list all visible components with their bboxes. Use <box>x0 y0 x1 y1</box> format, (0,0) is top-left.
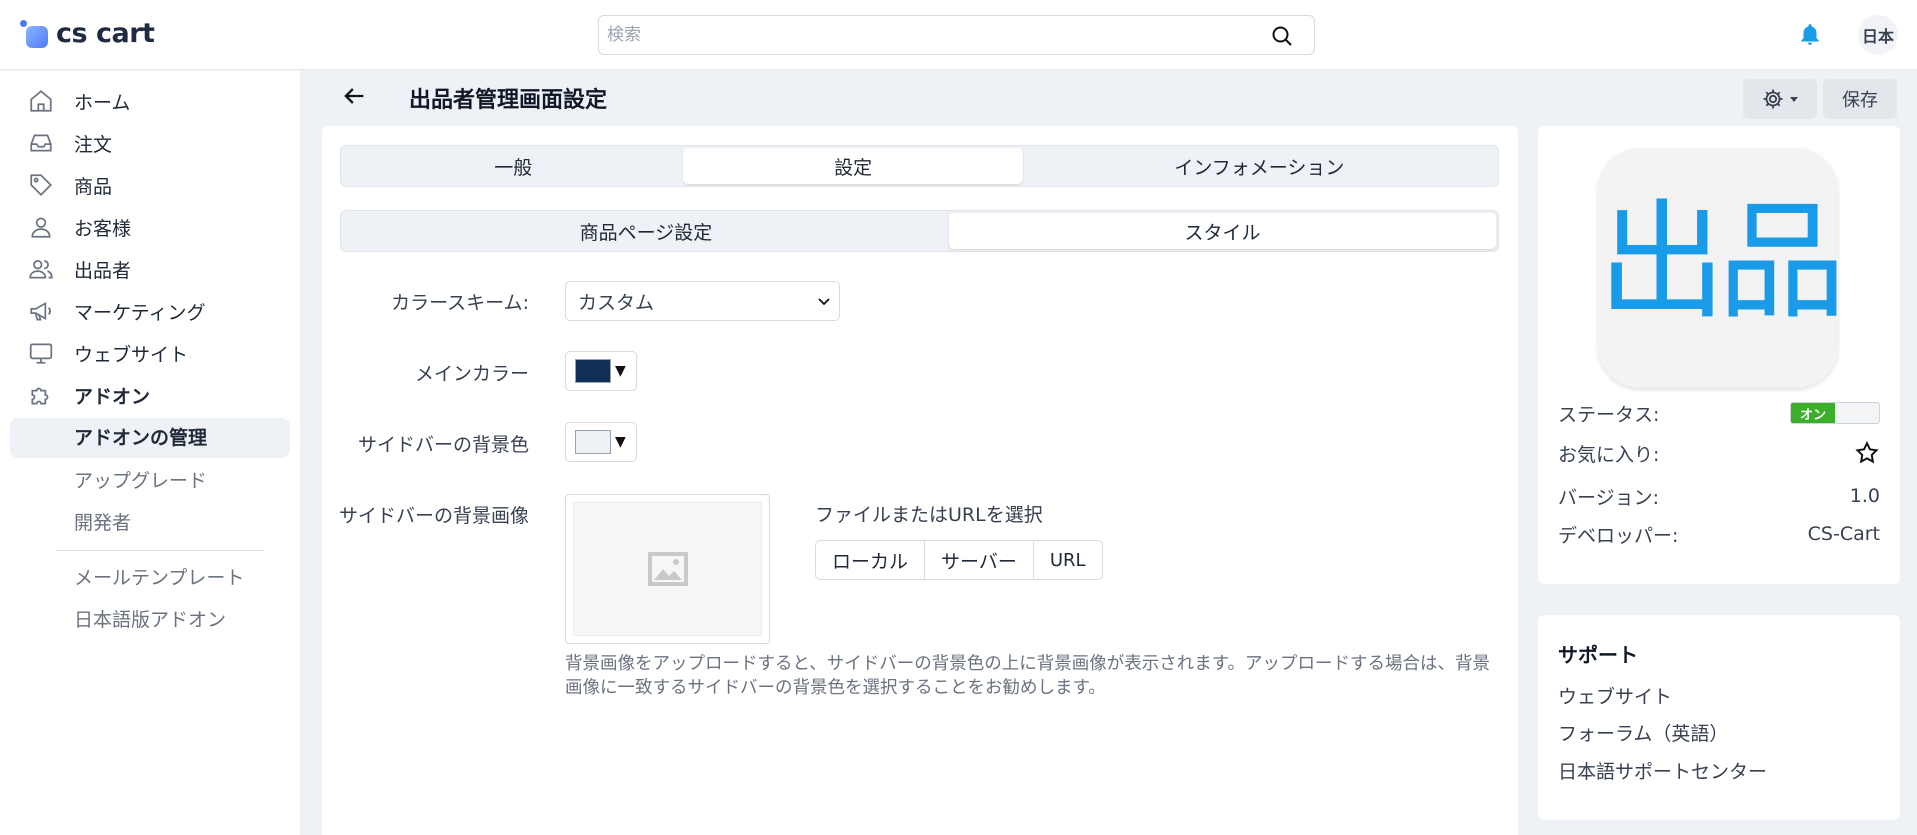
sidebar-item-orders[interactable]: 注文 <box>28 128 112 158</box>
support-card: サポート ウェブサイト フォーラム（英語） 日本語サポートセンター <box>1538 615 1900 820</box>
sidebar-subitem-jp-addons[interactable]: 日本語版アドオン <box>74 603 226 633</box>
sidebar-item-label: 商品 <box>74 175 113 198</box>
sidebar-item-website[interactable]: ウェブサイト <box>28 338 188 368</box>
sidebar-item-label: 出品者 <box>74 259 132 282</box>
monitor-icon <box>29 343 53 364</box>
local-file-button[interactable]: ローカル <box>816 541 926 579</box>
file-select-label: ファイルまたはURLを選択 <box>815 504 1043 526</box>
sidebar-item-products[interactable]: 商品 <box>28 170 112 200</box>
megaphone-icon <box>30 301 51 321</box>
support-link-jp-center[interactable]: 日本語サポートセンター <box>1558 757 1767 784</box>
page-title: 出品者管理画面設定 <box>409 88 608 113</box>
sidebar-item-addons[interactable]: アドオン <box>28 380 150 410</box>
file-source-buttons: ローカル サーバー URL <box>815 540 1103 580</box>
sidebar-subitem-developer[interactable]: 開発者 <box>74 506 131 536</box>
tab-style[interactable]: スタイル <box>948 213 1496 249</box>
sidebar-divider <box>56 550 264 551</box>
primary-tabs: 一般 設定 インフォメーション <box>340 145 1499 187</box>
caret-down-icon: ▼ <box>615 434 626 450</box>
gear-icon <box>1763 89 1783 109</box>
sidebar-subitem-manage-addons[interactable]: アドオンの管理 <box>10 418 290 458</box>
addon-logo-text: 出品 <box>1598 188 1838 337</box>
secondary-tabs: 商品ページ設定 スタイル <box>340 210 1499 252</box>
language-badge[interactable]: 日本 <box>1858 15 1898 55</box>
sidebar-bg-image-label: サイドバーの背景画像 <box>338 505 529 527</box>
status-row: ステータス: オン <box>1558 399 1880 427</box>
favorite-row: お気に入り: <box>1558 439 1880 467</box>
top-bar: cs cart 日本 <box>0 0 1917 70</box>
sidebar-item-label: アドオン <box>74 385 151 408</box>
search-icon[interactable] <box>1270 24 1294 48</box>
main-color-label: メインカラー <box>414 363 529 385</box>
sidebar-item-label: ウェブサイト <box>74 343 189 366</box>
version-value: 1.0 <box>1849 485 1880 507</box>
sidebar-item-label: マーケティング <box>74 301 206 324</box>
support-link-website[interactable]: ウェブサイト <box>1558 682 1672 709</box>
sidebar-bg-color-picker[interactable]: ▼ <box>565 422 637 462</box>
users-icon <box>29 260 53 279</box>
sidebar-item-label: 注文 <box>74 133 113 156</box>
sidebar-subitem-label: アドオンの管理 <box>74 427 208 449</box>
main-color-picker[interactable]: ▼ <box>565 351 637 391</box>
support-link-forum[interactable]: フォーラム（英語） <box>1558 719 1728 746</box>
logo-text: cs cart <box>56 18 155 49</box>
version-row: バージョン: 1.0 <box>1558 482 1880 510</box>
tab-information[interactable]: インフォメーション <box>1023 148 1496 184</box>
user-icon <box>31 217 51 238</box>
sidebar-item-label: ホーム <box>74 91 131 114</box>
puzzle-icon <box>31 387 49 405</box>
save-button[interactable]: 保存 <box>1823 79 1897 119</box>
favorite-label: お気に入り: <box>1558 443 1660 466</box>
addon-info-card: 出品 ステータス: オン お気に入り: バージョン: 1.0 デベロッパー: C… <box>1538 126 1900 584</box>
chevron-down-icon <box>818 298 830 306</box>
server-file-button[interactable]: サーバー <box>925 541 1034 579</box>
tab-general[interactable]: 一般 <box>343 148 683 184</box>
developer-value: CS-Cart <box>1807 523 1880 545</box>
image-placeholder-icon <box>647 552 688 586</box>
bell-icon[interactable] <box>1797 22 1823 48</box>
help-text: 背景画像をアップロードすると、サイドバーの背景色の上に背景画像が表示されます。ア… <box>565 654 1491 698</box>
star-icon[interactable] <box>1854 440 1880 466</box>
sidebar-item-vendors[interactable]: 出品者 <box>28 254 131 284</box>
logo-mark-icon <box>20 19 48 48</box>
sidebar-item-marketing[interactable]: マーケティング <box>28 296 205 326</box>
support-title: サポート <box>1558 643 1638 667</box>
back-arrow-icon[interactable] <box>340 82 368 110</box>
color-scheme-select[interactable]: カスタム <box>565 281 840 321</box>
image-preview[interactable] <box>565 494 770 644</box>
home-icon <box>30 90 52 112</box>
url-file-button[interactable]: URL <box>1034 541 1102 579</box>
tab-settings[interactable]: 設定 <box>683 148 1023 184</box>
tab-product-page-settings[interactable]: 商品ページ設定 <box>343 213 949 249</box>
sidebar-item-customers[interactable]: お客様 <box>28 212 131 242</box>
tag-icon <box>30 174 52 196</box>
status-toggle[interactable]: オン <box>1790 402 1880 424</box>
developer-row: デベロッパー: CS-Cart <box>1558 520 1880 548</box>
sidebar: ホーム 注文 商品 お客様 出品者 マーケティング ウェブサイト アドオン アド… <box>0 71 300 835</box>
sidebar-bg-color-swatch <box>575 430 611 454</box>
status-label: ステータス: <box>1558 403 1660 426</box>
caret-down-icon <box>1790 97 1798 102</box>
sidebar-item-label: お客様 <box>74 217 132 240</box>
color-scheme-label: カラースキーム: <box>391 292 529 314</box>
sidebar-bg-color-label: サイドバーの背景色 <box>357 434 529 456</box>
main-color-swatch <box>575 359 611 383</box>
settings-dropdown-button[interactable] <box>1743 79 1817 119</box>
sidebar-subitem-mail-templates[interactable]: メールテンプレート <box>74 561 244 591</box>
cs-cart-logo[interactable]: cs cart <box>20 18 155 49</box>
addon-logo: 出品 <box>1598 148 1838 388</box>
sidebar-item-home[interactable]: ホーム <box>28 86 130 116</box>
developer-label: デベロッパー: <box>1558 524 1679 547</box>
status-toggle-on: オン <box>1791 403 1835 423</box>
search-input[interactable] <box>607 16 1247 54</box>
sidebar-subitem-upgrade[interactable]: アップグレード <box>74 464 207 494</box>
search-box <box>598 15 1315 55</box>
caret-down-icon: ▼ <box>615 363 626 379</box>
color-scheme-value: カスタム <box>578 291 655 314</box>
version-label: バージョン: <box>1558 486 1660 509</box>
inbox-icon <box>30 134 52 152</box>
